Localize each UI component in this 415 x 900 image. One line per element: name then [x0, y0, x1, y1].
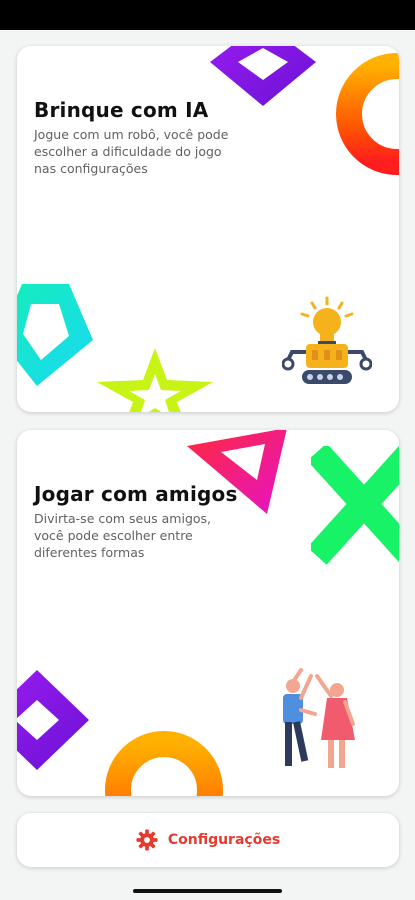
play-friends-card[interactable]: Jogar com amigos Divirta-se com seus ami… — [17, 430, 399, 796]
robot-icon — [282, 296, 372, 384]
orange-ring-shape — [336, 53, 399, 175]
card-description: Jogue com um robô, você pode escolher a … — [34, 127, 229, 176]
card-title: Brinque com IA — [34, 98, 209, 122]
home-indicator[interactable] — [133, 889, 282, 893]
status-bar — [0, 0, 415, 30]
play-ai-card[interactable]: Brinque com IA Jogue com um robô, você p… — [17, 46, 399, 412]
green-x-shape — [311, 446, 399, 565]
settings-button[interactable]: Configurações — [17, 813, 399, 867]
purple-diamond-shape — [17, 670, 89, 770]
lime-star-shape — [97, 348, 213, 412]
cyan-pentagon-shape — [17, 284, 93, 386]
purple-diamond-shape — [210, 46, 316, 106]
card-title: Jogar com amigos — [34, 482, 238, 506]
orange-ring-shape — [105, 731, 223, 796]
friends-high-five-icon — [283, 668, 355, 768]
card-description: Divirta-se com seus amigos, você pode es… — [34, 511, 212, 560]
gear-icon — [136, 829, 158, 851]
settings-label: Configurações — [167, 832, 281, 848]
